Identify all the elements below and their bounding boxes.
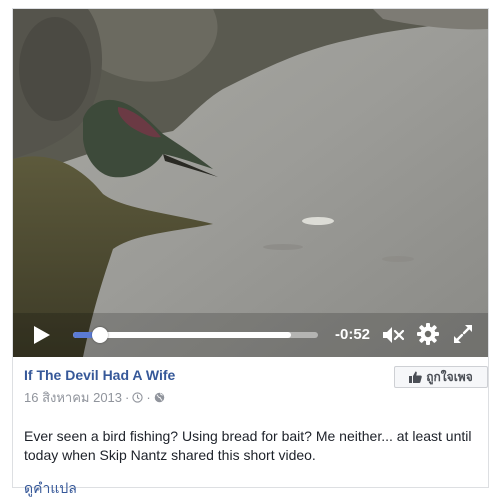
mute-button[interactable] — [381, 323, 405, 347]
see-translation-link[interactable]: ดูคำแปล — [24, 478, 77, 500]
video-player[interactable]: -0:52 — [13, 9, 488, 357]
progress-scrubber[interactable] — [91, 327, 108, 343]
video-frame — [13, 9, 488, 357]
video-post-card: -0:52 If The Devil Had A Wife 16 สิงหาคม… — [12, 8, 489, 496]
meta-separator: · — [125, 390, 130, 405]
fullscreen-button[interactable] — [451, 322, 475, 346]
progress-bar[interactable] — [73, 327, 318, 343]
time-remaining: -0:52 — [335, 326, 371, 343]
gear-icon — [417, 323, 439, 345]
muted-speaker-icon — [383, 327, 404, 343]
post-date[interactable]: 16 สิงหาคม 2013 — [24, 387, 122, 408]
post-meta: 16 สิงหาคม 2013 · · — [24, 387, 165, 408]
fullscreen-icon — [454, 325, 472, 343]
globe-icon[interactable] — [154, 392, 165, 403]
play-button[interactable] — [31, 323, 53, 347]
post-text: Ever seen a bird fishing? Using bread fo… — [24, 428, 472, 463]
thumbs-up-icon — [409, 371, 423, 383]
like-page-label: ถูกใจเพจ — [426, 369, 473, 384]
meta-separator: · — [146, 390, 151, 405]
video-controls: -0:52 — [13, 313, 488, 357]
settings-button[interactable] — [416, 322, 440, 346]
play-icon — [34, 326, 50, 344]
page-name-link[interactable]: If The Devil Had A Wife — [24, 367, 175, 383]
clock-icon — [132, 392, 144, 403]
like-page-button[interactable]: ถูกใจเพจ — [394, 366, 488, 388]
